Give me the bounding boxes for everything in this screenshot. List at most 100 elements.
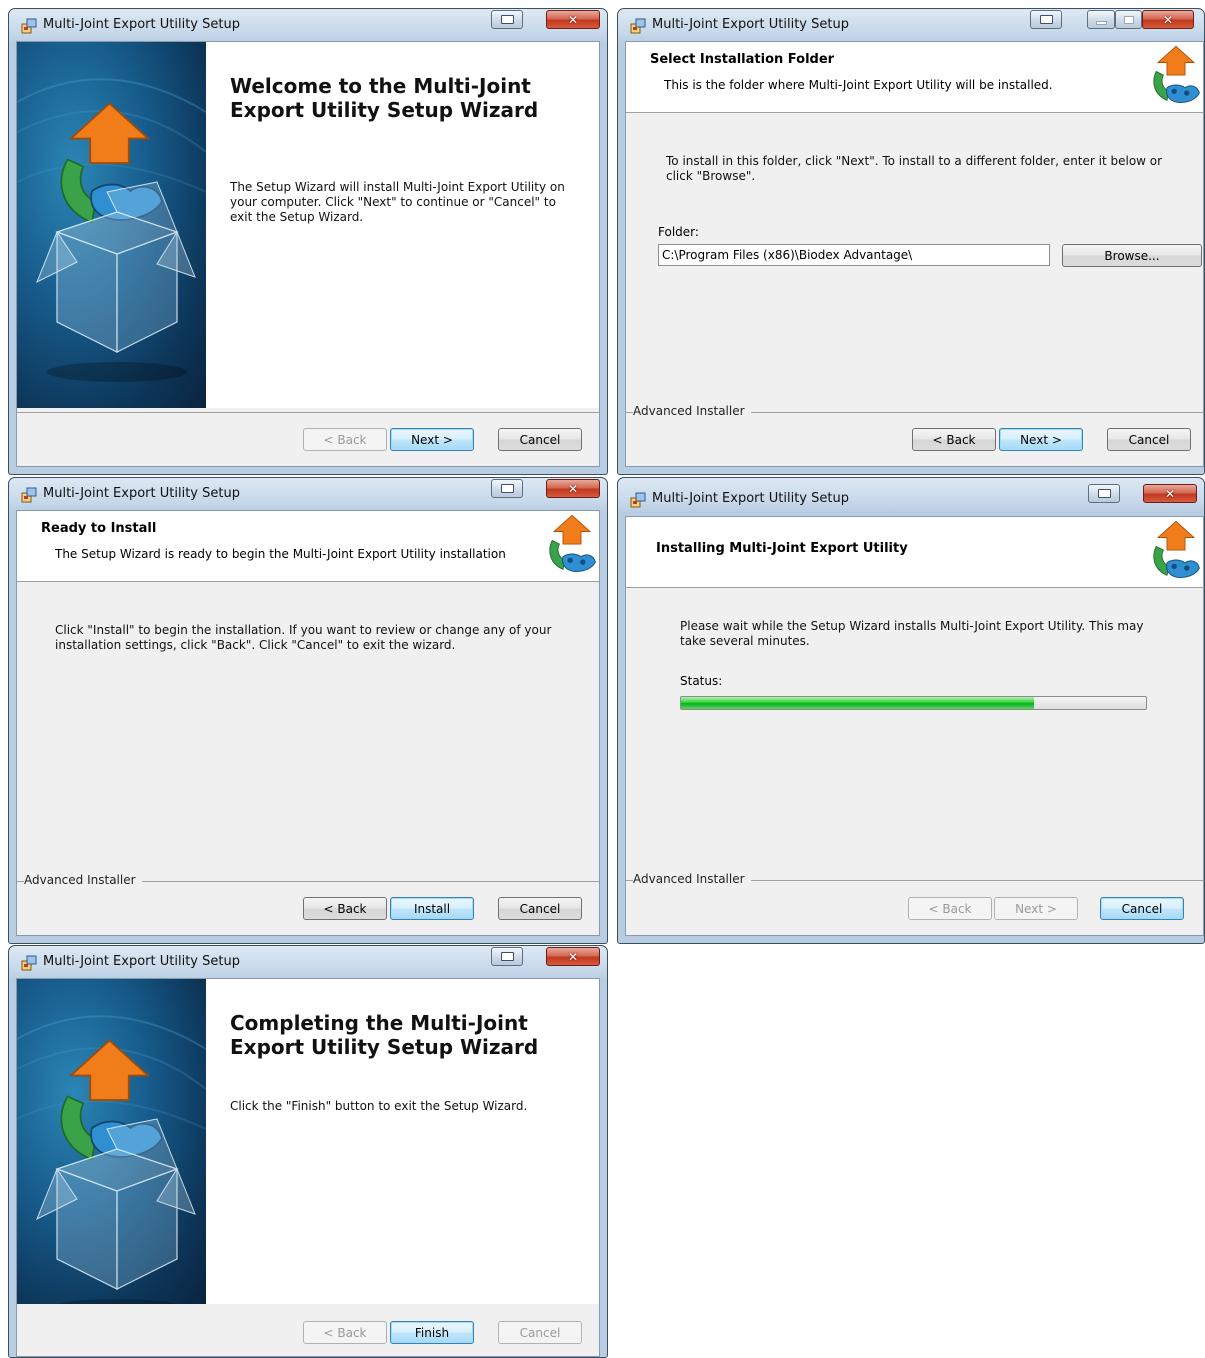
close-button[interactable]: ✕	[546, 479, 600, 498]
next-button[interactable]: Next >	[390, 428, 474, 451]
dialog-client: Installing Multi-Joint Export Utility Pl…	[625, 516, 1204, 936]
back-label: < Back	[323, 432, 367, 447]
title-bar[interactable]: Multi-Joint Export Utility Setup ✕	[9, 946, 607, 978]
header-banner: Ready to Install The Setup Wizard is rea…	[17, 511, 599, 582]
cancel-button[interactable]: Cancel	[498, 897, 582, 920]
keyboard-layout-button[interactable]	[1088, 484, 1120, 503]
step-subtitle: The Setup Wizard is ready to begin the M…	[55, 547, 506, 561]
keyboard-layout-button[interactable]	[1030, 10, 1062, 29]
cancel-label: Cancel	[1121, 901, 1163, 916]
finish-label: Finish	[414, 1325, 450, 1340]
advanced-installer-label: Advanced Installer	[633, 872, 751, 886]
back-button[interactable]: < Back	[303, 897, 387, 920]
install-progress-bar	[680, 696, 1147, 710]
folder-input[interactable]	[658, 244, 1050, 266]
wizard-side-art	[17, 979, 206, 1304]
cancel-button[interactable]: Cancel	[498, 428, 582, 451]
back-label: < Back	[932, 432, 976, 447]
installing-window: Multi-Joint Export Utility Setup ✕ Insta…	[617, 477, 1205, 944]
close-icon: ✕	[567, 12, 579, 27]
window-title: Multi-Joint Export Utility Setup	[652, 17, 849, 32]
window-title: Multi-Joint Export Utility Setup	[43, 486, 240, 501]
cancel-label: Cancel	[519, 901, 561, 916]
window-title: Multi-Joint Export Utility Setup	[652, 491, 849, 506]
keyboard-layout-button[interactable]	[491, 10, 523, 29]
dialog-client: Completing the Multi-Joint Export Utilit…	[16, 978, 600, 1357]
title-bar[interactable]: Multi-Joint Export Utility Setup ✕	[9, 478, 607, 510]
cancel-label: Cancel	[1128, 432, 1170, 447]
dialog-client: Ready to Install The Setup Wizard is rea…	[16, 510, 600, 936]
setup-app-icon	[21, 18, 37, 34]
close-button[interactable]: ✕	[546, 947, 600, 966]
window-title: Multi-Joint Export Utility Setup	[43, 17, 240, 32]
folder-instructions: To install in this folder, click "Next".…	[666, 154, 1163, 183]
folder-label: Folder:	[658, 225, 699, 239]
back-label: < Back	[323, 1325, 367, 1340]
completing-pane: Completing the Multi-Joint Export Utilit…	[206, 979, 599, 1304]
completing-body: Click the "Finish" button to exit the Se…	[230, 1099, 528, 1113]
title-bar[interactable]: Multi-Joint Export Utility Setup ✕	[9, 9, 607, 41]
footer-divider	[17, 412, 599, 413]
window-title: Multi-Joint Export Utility Setup	[43, 954, 240, 969]
cancel-button[interactable]: Cancel	[498, 1321, 582, 1344]
install-button[interactable]: Install	[390, 897, 474, 920]
next-label: Next >	[411, 432, 453, 447]
next-label: Next >	[1015, 901, 1057, 916]
browse-button[interactable]: Browse...	[1062, 244, 1202, 267]
minimize-icon	[1095, 20, 1107, 25]
back-label: < Back	[928, 901, 972, 916]
header-banner: Installing Multi-Joint Export Utility	[626, 517, 1203, 588]
next-button[interactable]: Next >	[999, 428, 1083, 451]
minimize-button[interactable]	[1087, 10, 1115, 29]
back-button[interactable]: < Back	[303, 428, 387, 451]
step-title: Ready to Install	[41, 521, 157, 536]
step-title: Installing Multi-Joint Export Utility	[656, 541, 908, 556]
welcome-window: Multi-Joint Export Utility Setup ✕ Welco…	[8, 8, 608, 475]
close-icon: ✕	[1164, 486, 1176, 501]
ready-window: Multi-Joint Export Utility Setup ✕ Ready…	[8, 477, 608, 944]
back-label: < Back	[323, 901, 367, 916]
setup-app-icon	[630, 18, 646, 34]
setup-app-icon	[21, 955, 37, 971]
header-banner: Select Installation Folder This is the f…	[626, 42, 1203, 113]
advanced-installer-label: Advanced Installer	[24, 873, 142, 887]
browse-label: Browse...	[1104, 248, 1160, 263]
back-button[interactable]: < Back	[912, 428, 996, 451]
cancel-button[interactable]: Cancel	[1100, 897, 1184, 920]
completing-window: Multi-Joint Export Utility Setup ✕ Compl…	[8, 945, 608, 1358]
title-bar[interactable]: Multi-Joint Export Utility Setup ✕	[618, 478, 1204, 510]
keyboard-icon	[1039, 15, 1053, 24]
close-button[interactable]: ✕	[1142, 10, 1194, 29]
keyboard-icon	[500, 484, 514, 493]
advanced-installer-label: Advanced Installer	[633, 404, 751, 418]
maximize-button[interactable]	[1115, 10, 1142, 29]
cancel-button[interactable]: Cancel	[1107, 428, 1191, 451]
select-folder-window: Multi-Joint Export Utility Setup ✕ Selec…	[617, 8, 1205, 475]
next-button[interactable]: Next >	[994, 897, 1078, 920]
puzzle-box-image	[17, 42, 206, 408]
puzzle-logo-icon	[545, 513, 599, 577]
completing-heading: Completing the Multi-Joint Export Utilit…	[230, 1011, 539, 1059]
ready-body: Click "Install" to begin the installatio…	[55, 623, 552, 652]
back-button[interactable]: < Back	[303, 1321, 387, 1344]
status-label: Status:	[680, 674, 723, 688]
close-icon: ✕	[1162, 12, 1174, 27]
keyboard-layout-button[interactable]	[491, 479, 523, 498]
keyboard-layout-button[interactable]	[491, 947, 523, 966]
title-bar[interactable]: Multi-Joint Export Utility Setup ✕	[618, 9, 1204, 41]
next-label: Next >	[1020, 432, 1062, 447]
close-button[interactable]: ✕	[546, 10, 600, 29]
cancel-label: Cancel	[519, 432, 561, 447]
finish-button[interactable]: Finish	[390, 1321, 474, 1344]
cancel-label: Cancel	[519, 1325, 561, 1340]
step-title: Select Installation Folder	[650, 52, 835, 67]
back-button[interactable]: < Back	[908, 897, 992, 920]
setup-app-icon	[21, 487, 37, 503]
progress-fill	[681, 697, 1035, 709]
welcome-pane: Welcome to the Multi-Joint Export Utilit…	[206, 42, 599, 408]
keyboard-icon	[500, 15, 514, 24]
puzzle-logo-icon	[1149, 44, 1203, 108]
close-icon: ✕	[567, 481, 579, 496]
dialog-client: Welcome to the Multi-Joint Export Utilit…	[16, 41, 600, 467]
close-button[interactable]: ✕	[1143, 484, 1197, 503]
